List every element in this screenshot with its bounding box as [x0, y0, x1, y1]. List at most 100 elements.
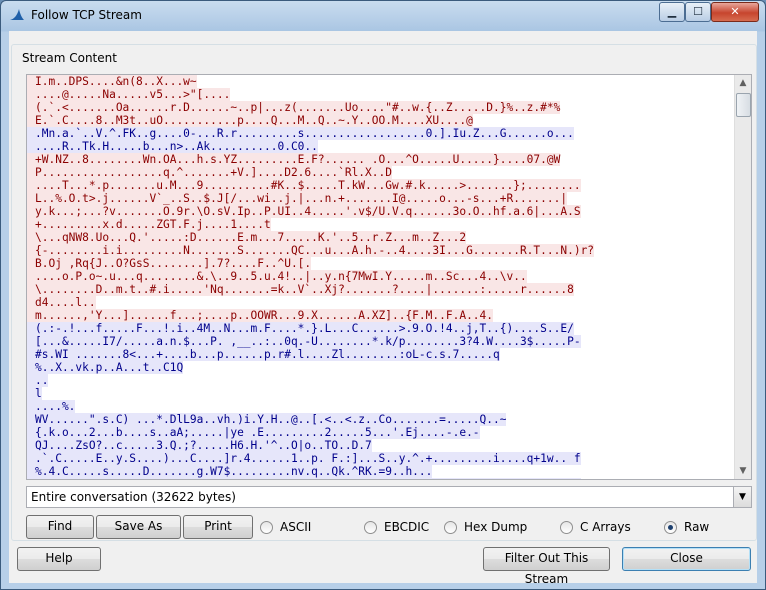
server-stream-line: ....R..Tk.H.....b...n>..Ak..........0.C0…: [27, 140, 735, 153]
help-button[interactable]: Help: [17, 547, 101, 571]
format-radio-ebcdic[interactable]: EBCDIC: [364, 519, 444, 535]
stream-line-text: l: [27, 387, 42, 400]
stream-line-text: %..X..vk.p..A...t..C1Q: [27, 361, 184, 374]
stream-line-text: .Mn.a.`..V.^.FK..g....0-...R.r.........s…: [27, 127, 574, 140]
radio-circle-icon[interactable]: [364, 521, 377, 534]
server-stream-line: QJ....ZsO?..c.....3.Q.;?.....H6.H.'^..O|…: [27, 439, 735, 452]
client-stream-line: ....o.P.o~.u...q........&.\..9..5.u.4!..…: [27, 270, 735, 283]
client-stream-line: B.Oj ,Rq{J..O?GsS........].7?....F..^U.[…: [27, 257, 735, 270]
stream-line-text: B.Oj ,Rq{J..O?GsS........].7?....F..^U.[…: [27, 257, 312, 270]
client-stream-line: ....T...*.p.......u.M...9..........#K..$…: [27, 179, 735, 192]
stream-line-text: ....o.P.o~.u...q........&.\..9..5.u.4!..…: [27, 270, 527, 283]
client-stream-line: \........D..m.t..#.i.....'Nq.......=k..V…: [27, 283, 735, 296]
radio-label: Raw: [684, 520, 710, 534]
client-stream-line: +W.NZ..8........Wn.OA...h.s.YZ.........E…: [27, 153, 735, 166]
format-radio-hex-dump[interactable]: Hex Dump: [444, 519, 528, 535]
stream-line-text: ..: [27, 374, 49, 387]
save-as-button[interactable]: Save As: [96, 515, 181, 539]
maximize-icon: ☐: [693, 5, 703, 18]
minimize-icon: ▁: [667, 5, 677, 18]
stream-line-text: QJ....ZsO?..c.....3.Q.;?.....H6.H.'^..O|…: [27, 439, 372, 452]
client-stream-line: (.`.<.......Oa......r.D......~..p|...z(.…: [27, 101, 735, 114]
wireshark-fin-icon: [10, 9, 24, 20]
conversation-select[interactable]: Entire conversation (32622 bytes) ▼: [26, 486, 752, 508]
stream-line-text: {-........i.i.........N.......S.......QC…: [27, 244, 595, 257]
filter-out-stream-button[interactable]: Filter Out This Stream: [483, 547, 610, 586]
follow-tcp-stream-window: Follow TCP Stream ▁ ☐ ✕ Stream Content I…: [0, 0, 766, 590]
client-stream-line: P..................q.^.......+V.]....D2.…: [27, 166, 735, 179]
stream-line-text: \........D..m.t..#.i.....'Nq.......=k..V…: [27, 283, 574, 296]
stream-line-text: I.m..DPS....&n(8..X...w~: [27, 75, 197, 88]
conversation-select-value: Entire conversation (32622 bytes): [31, 490, 236, 504]
server-stream-line: .`.C.....E..y.S....)...C....]r.4......1.…: [27, 452, 735, 465]
server-stream-line: .Mn.a.`..V.^.FK..g....0-...R.r.........s…: [27, 127, 735, 140]
format-radio-c-arrays[interactable]: C Arrays: [560, 519, 640, 535]
server-stream-line: ..: [27, 374, 735, 387]
stream-line-text: [...&.....I7/.....a.n.$...P. ,__..:..0q.…: [27, 335, 581, 348]
stream-line-text: {.k.o...2...b....s..aA;.....|ye .E......…: [27, 426, 480, 439]
stream-line-text: WV......".s.C) ...*.DlL9a..vh.)i.Y.H..@.…: [27, 413, 507, 426]
server-stream-line: l: [27, 387, 735, 400]
stream-content-label: Stream Content: [20, 51, 119, 65]
window-close-button[interactable]: ✕: [711, 2, 759, 22]
stream-line-text: d4....l..: [27, 296, 96, 309]
radio-label: EBCDIC: [384, 520, 430, 534]
client-stream-line: L..%.O.t>.j......V`_..S..$.J[/...wi..j.|…: [27, 192, 735, 205]
find-button[interactable]: Find: [26, 515, 94, 539]
stream-line-text: ....T...*.p.......u.M...9..........#K..$…: [27, 179, 581, 192]
server-stream-line: {.k.o...2...b....s..aA;.....|ye .E......…: [27, 426, 735, 439]
radio-circle-icon[interactable]: [560, 521, 573, 534]
scroll-thumb[interactable]: [736, 93, 751, 117]
server-stream-line: %..X..vk.p..A...t..C1Q: [27, 361, 735, 374]
server-stream-line: (.:-.!...f.....F...!.i..4M..N...m.F....*…: [27, 322, 735, 335]
stream-line-text: fH.l..........[\.BZ...(.........0.Nb.\N.…: [27, 478, 581, 479]
server-stream-line: #s.WI .......8<...+....b...p......p.r#.l…: [27, 348, 735, 361]
stream-text-area[interactable]: I.m..DPS....&n(8..X...w~ ....@.....Na....…: [26, 74, 752, 480]
client-stream-line: I.m..DPS....&n(8..X...w~: [27, 75, 735, 88]
client-stream-line: \...qNW8.Uo...Q.'.....:D......E.m...7...…: [27, 231, 735, 244]
scroll-up-icon[interactable]: ▲: [735, 75, 751, 91]
stream-line-text: +.........x.d.....ZGT.F.j....1....t: [27, 218, 271, 231]
title-bar[interactable]: Follow TCP Stream ▁ ☐ ✕: [1, 1, 765, 29]
server-stream-line: fH.l..........[\.BZ...(.........0.Nb.\N.…: [27, 478, 735, 479]
client-stream-line: d4....l..: [27, 296, 735, 309]
window-title: Follow TCP Stream: [31, 8, 142, 22]
stream-line-text: ....R..Tk.H.....b...n>..Ak..........0.C0…: [27, 140, 318, 153]
minimize-button[interactable]: ▁: [659, 2, 685, 22]
stream-line-text: L..%.O.t>.j......V`_..S..$.J[/...wi..j.|…: [27, 192, 568, 205]
vertical-scrollbar[interactable]: ▲ ▼: [734, 75, 751, 479]
stream-lines: I.m..DPS....&n(8..X...w~ ....@.....Na....…: [27, 75, 735, 479]
radio-label: C Arrays: [580, 520, 631, 534]
close-button[interactable]: Close: [622, 547, 751, 571]
radio-label: Hex Dump: [464, 520, 528, 534]
stream-content-group: Stream Content I.m..DPS....&n(8..X...w~.…: [11, 44, 757, 541]
radio-circle-icon[interactable]: [444, 521, 457, 534]
stream-line-text: m......,'Y...]......f...;....p..OOWR...9…: [27, 309, 494, 322]
close-icon: ✕: [730, 5, 740, 18]
dropdown-arrow-icon[interactable]: ▼: [733, 487, 751, 507]
radio-circle-icon[interactable]: [664, 521, 677, 534]
stream-line-text: (.:-.!...f.....F...!.i..4M..N...m.F....*…: [27, 322, 574, 335]
stream-line-text: %.4.C.....s.....D.......g.W7$.........nv…: [27, 465, 433, 478]
server-stream-line: ....%.: [27, 400, 735, 413]
stream-line-text: .`.C.....E..y.S....)...C....]r.4......1.…: [27, 452, 581, 465]
stream-line-text: E.`.C....8..M3t..uO...........p....Q...M…: [27, 114, 473, 127]
server-stream-line: [...&.....I7/.....a.n.$...P. ,__..:..0q.…: [27, 335, 735, 348]
stream-line-text: (.`.<.......Oa......r.D......~..p|...z(.…: [27, 101, 561, 114]
client-stream-line: {-........i.i.........N.......S.......QC…: [27, 244, 735, 257]
server-stream-line: %.4.C.....s.....D.......g.W7$.........nv…: [27, 465, 735, 478]
scroll-down-icon[interactable]: ▼: [735, 463, 751, 479]
client-stream-line: y.k...;...?v.......O.9r.\O.sV.Ip..P.UI..…: [27, 205, 735, 218]
radio-circle-icon[interactable]: [260, 521, 273, 534]
format-radio-ascii[interactable]: ASCII: [260, 519, 340, 535]
radio-label: ASCII: [280, 520, 312, 534]
print-button[interactable]: Print: [183, 515, 253, 539]
server-stream-line: WV......".s.C) ...*.DlL9a..vh.)i.Y.H..@.…: [27, 413, 735, 426]
format-radio-raw[interactable]: Raw: [664, 519, 744, 535]
stream-line-text: y.k...;...?v.......O.9r.\O.sV.Ip..P.UI..…: [27, 205, 581, 218]
stream-line-text: +W.NZ..8........Wn.OA...h.s.YZ.........E…: [27, 153, 561, 166]
stream-line-text: \...qNW8.Uo...Q.'.....:D......E.m...7...…: [27, 231, 467, 244]
maximize-button[interactable]: ☐: [685, 2, 711, 22]
stream-line-text: ....@.....Na.....v5...>"[....: [27, 88, 231, 101]
dialog-client-area: Stream Content I.m..DPS....&n(8..X...w~.…: [9, 31, 757, 586]
